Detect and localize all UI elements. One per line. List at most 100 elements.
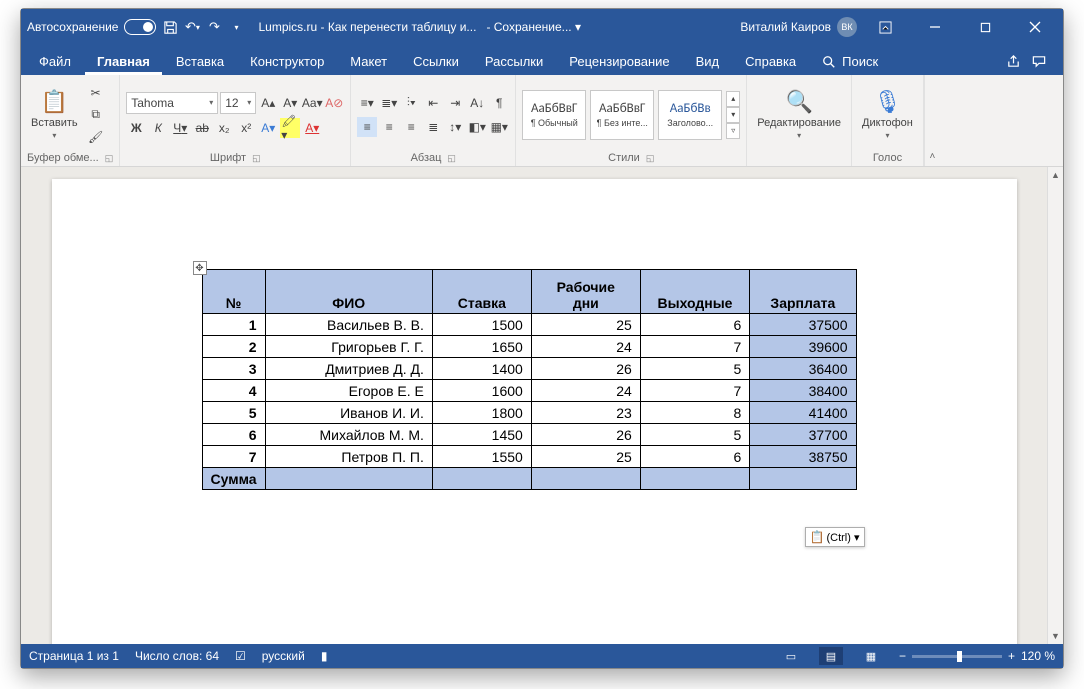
editing-dropdown[interactable]: 🔍 Редактирование ▾ (753, 87, 845, 142)
change-case-icon[interactable]: Aa▾ (302, 93, 322, 113)
cell-rate[interactable]: 1650 (432, 336, 531, 358)
copy-icon[interactable]: ⧉ (86, 105, 106, 125)
zoom-control[interactable]: − + 120 % (899, 649, 1055, 663)
outdent-icon[interactable]: ⇤ (423, 93, 443, 113)
format-painter-icon[interactable]: 🖌 (86, 127, 106, 147)
underline-button[interactable]: Ч▾ (170, 118, 190, 138)
page[interactable]: ✥ № ФИО Ставка Рабочиедни Выходные Зарпл… (52, 179, 1017, 644)
share-icon[interactable] (1006, 54, 1021, 69)
cell-salary[interactable]: 37500 (750, 314, 856, 336)
redo-icon[interactable]: ↷ (206, 19, 222, 35)
cell-salary[interactable]: 39600 (750, 336, 856, 358)
cell-salary[interactable]: 38750 (750, 446, 856, 468)
cell-days[interactable]: 25 (531, 314, 640, 336)
align-center-icon[interactable]: ≡ (379, 117, 399, 137)
zoom-slider[interactable] (912, 655, 1002, 658)
header-days[interactable]: Рабочиедни (531, 270, 640, 314)
autosave-switch-icon[interactable] (124, 19, 156, 35)
cell-dayoff[interactable]: 6 (640, 446, 749, 468)
cell-days[interactable]: 25 (531, 446, 640, 468)
close-button[interactable] (1013, 9, 1057, 45)
header-name[interactable]: ФИО (265, 270, 432, 314)
autosave-toggle[interactable]: Автосохранение (27, 19, 156, 35)
bold-button[interactable]: Ж (126, 118, 146, 138)
cell-salary[interactable]: 41400 (750, 402, 856, 424)
strike-button[interactable]: ab (192, 118, 212, 138)
tab-home[interactable]: Главная (85, 48, 162, 75)
cell-num[interactable]: 1 (202, 314, 265, 336)
paste-button[interactable]: 📋 Вставить ▾ (27, 87, 82, 142)
undo-icon[interactable]: ↶▾ (184, 19, 200, 35)
cell-dayoff[interactable]: 8 (640, 402, 749, 424)
minimize-button[interactable] (913, 9, 957, 45)
cell-name[interactable]: Григорьев Г. Г. (265, 336, 432, 358)
paste-options-smarttag[interactable]: 📋 (Ctrl) ▾ (805, 527, 865, 547)
cell-salary[interactable]: 36400 (750, 358, 856, 380)
sum-row[interactable]: Сумма (202, 468, 856, 490)
table-row[interactable]: 5Иванов И. И.180023841400 (202, 402, 856, 424)
zoom-out-icon[interactable]: − (899, 649, 906, 663)
bullets-icon[interactable]: ≡▾ (357, 93, 377, 113)
superscript-button[interactable]: x² (236, 118, 256, 138)
cell-salary[interactable]: 37700 (750, 424, 856, 446)
align-left-icon[interactable]: ≡ (357, 117, 377, 137)
italic-button[interactable]: К (148, 118, 168, 138)
cell-rate[interactable]: 1800 (432, 402, 531, 424)
align-right-icon[interactable]: ≡ (401, 117, 421, 137)
qat-customize-icon[interactable]: ▾ (228, 19, 244, 35)
tab-file[interactable]: Файл (27, 48, 83, 75)
user-account[interactable]: Виталий Каиров ВК (740, 17, 857, 37)
indent-icon[interactable]: ⇥ (445, 93, 465, 113)
table-row[interactable]: 7Петров П. П.155025638750 (202, 446, 856, 468)
show-marks-icon[interactable]: ¶ (489, 93, 509, 113)
cell-name[interactable]: Егоров Е. Е (265, 380, 432, 402)
cell-name[interactable]: Дмитриев Д. Д. (265, 358, 432, 380)
cell-dayoff[interactable]: 5 (640, 424, 749, 446)
header-salary[interactable]: Зарплата (750, 270, 856, 314)
cell-name[interactable]: Петров П. П. (265, 446, 432, 468)
view-print-layout-icon[interactable]: ▤ (819, 647, 843, 665)
cell-rate[interactable]: 1450 (432, 424, 531, 446)
scroll-up-icon[interactable]: ▲ (1048, 167, 1063, 183)
multilevel-icon[interactable]: ⫶▾ (401, 93, 421, 113)
cell-dayoff[interactable]: 7 (640, 380, 749, 402)
shading-icon[interactable]: ◧▾ (467, 117, 487, 137)
vertical-scrollbar[interactable]: ▲ ▼ (1047, 167, 1063, 644)
font-name-combo[interactable]: Tahoma▾ (126, 92, 218, 114)
table-row[interactable]: 2Григорьев Г. Г.165024739600 (202, 336, 856, 358)
cell-days[interactable]: 24 (531, 336, 640, 358)
cell-rate[interactable]: 1400 (432, 358, 531, 380)
table-row[interactable]: 4Егоров Е. Е160024738400 (202, 380, 856, 402)
style-heading1[interactable]: АаБбВвЗаголово... (658, 90, 722, 140)
tab-design[interactable]: Конструктор (238, 48, 336, 75)
cell-num[interactable]: 4 (202, 380, 265, 402)
style-no-spacing[interactable]: АаБбВвГ¶ Без инте... (590, 90, 654, 140)
numbering-icon[interactable]: ≣▾ (379, 93, 399, 113)
cell-days[interactable]: 26 (531, 424, 640, 446)
cell-dayoff[interactable]: 6 (640, 314, 749, 336)
table-row[interactable]: 1Васильев В. В.150025637500 (202, 314, 856, 336)
scroll-down-icon[interactable]: ▼ (1048, 628, 1063, 644)
cell-num[interactable]: 5 (202, 402, 265, 424)
clear-format-icon[interactable]: A⊘ (324, 93, 344, 113)
paragraph-launcher-icon[interactable]: ◱ (447, 153, 456, 164)
cell-days[interactable]: 24 (531, 380, 640, 402)
cell-name[interactable]: Михайлов М. М. (265, 424, 432, 446)
ribbon-display-options-icon[interactable] (863, 9, 907, 45)
cell-rate[interactable]: 1600 (432, 380, 531, 402)
comments-icon[interactable] (1031, 54, 1047, 69)
table-move-handle-icon[interactable]: ✥ (193, 261, 207, 275)
header-num[interactable]: № (202, 270, 265, 314)
cell-rate[interactable]: 1550 (432, 446, 531, 468)
cell-num[interactable]: 2 (202, 336, 265, 358)
highlight-icon[interactable]: 🖍▾ (280, 118, 300, 138)
shrink-font-icon[interactable]: A▾ (280, 93, 300, 113)
sum-label[interactable]: Сумма (202, 468, 265, 490)
search-tab[interactable]: Поиск (810, 48, 890, 75)
saving-status[interactable]: - Сохранение... ▾ (486, 20, 581, 34)
collapse-ribbon-icon[interactable]: ˄ (924, 75, 940, 166)
table-row[interactable]: 6Михайлов М. М.145026537700 (202, 424, 856, 446)
status-page[interactable]: Страница 1 из 1 (29, 649, 119, 663)
tab-insert[interactable]: Вставка (164, 48, 236, 75)
font-size-combo[interactable]: 12▾ (220, 92, 256, 114)
